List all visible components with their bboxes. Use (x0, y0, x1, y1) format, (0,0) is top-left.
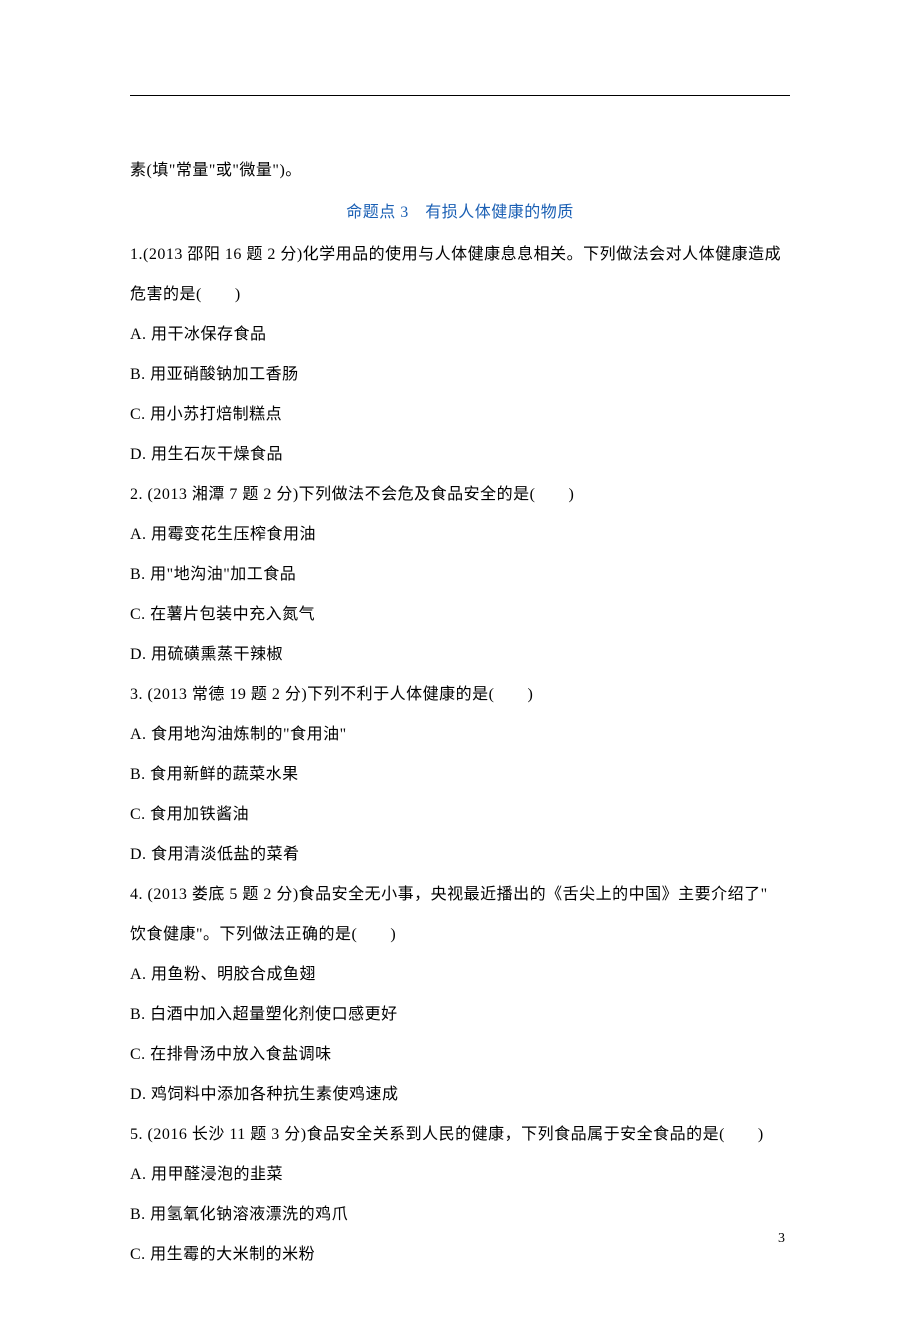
question-option: B. 用亚硝酸钠加工香肠 (130, 355, 790, 395)
question-option: A. 用甲醛浸泡的韭菜 (130, 1155, 790, 1195)
question-option: A. 用霉变花生压榨食用油 (130, 515, 790, 555)
question-option: C. 用小苏打焙制糕点 (130, 395, 790, 435)
question-option: D. 用硫磺熏蒸干辣椒 (130, 635, 790, 675)
question-option: B. 白酒中加入超量塑化剂使口感更好 (130, 995, 790, 1035)
question-stem-line: 2. (2013 湘潭 7 题 2 分)下列做法不会危及食品安全的是( ) (130, 475, 790, 515)
question-option: D. 鸡饲料中添加各种抗生素使鸡速成 (130, 1075, 790, 1115)
question-stem-line: 1.(2013 邵阳 16 题 2 分)化学用品的使用与人体健康息息相关。下列做… (130, 235, 790, 275)
question-option: D. 用生石灰干燥食品 (130, 435, 790, 475)
question-option: B. 用"地沟油"加工食品 (130, 555, 790, 595)
question-stem-line: 3. (2013 常德 19 题 2 分)下列不利于人体健康的是( ) (130, 675, 790, 715)
question-option: B. 用氢氧化钠溶液漂洗的鸡爪 (130, 1195, 790, 1235)
question-stem-line: 4. (2013 娄底 5 题 2 分)食品安全无小事，央视最近播出的《舌尖上的… (130, 875, 790, 915)
question-stem-line: 饮食健康"。下列做法正确的是( ) (130, 915, 790, 955)
top-horizontal-rule (130, 95, 790, 96)
question-option: C. 用生霉的大米制的米粉 (130, 1235, 790, 1275)
question-stem-line: 5. (2016 长沙 11 题 3 分)食品安全关系到人民的健康，下列食品属于… (130, 1115, 790, 1155)
question-option: C. 在薯片包装中充入氮气 (130, 595, 790, 635)
question-option: A. 用干冰保存食品 (130, 315, 790, 355)
question-option: C. 食用加铁酱油 (130, 795, 790, 835)
question-stem-line: 危害的是( ) (130, 275, 790, 315)
question-option: D. 食用清淡低盐的菜肴 (130, 835, 790, 875)
page-number: 3 (778, 1231, 785, 1247)
question-option: B. 食用新鲜的蔬菜水果 (130, 755, 790, 795)
continuation-text: 素(填"常量"或"微量")。 (130, 151, 790, 191)
page-container: 素(填"常量"或"微量")。 命题点 3 有损人体健康的物质 1.(2013 邵… (0, 0, 920, 1335)
section-heading: 命题点 3 有损人体健康的物质 (130, 193, 790, 233)
question-option: A. 用鱼粉、明胶合成鱼翅 (130, 955, 790, 995)
questions-list: 1.(2013 邵阳 16 题 2 分)化学用品的使用与人体健康息息相关。下列做… (130, 235, 790, 1275)
question-option: C. 在排骨汤中放入食盐调味 (130, 1035, 790, 1075)
question-option: A. 食用地沟油炼制的"食用油" (130, 715, 790, 755)
